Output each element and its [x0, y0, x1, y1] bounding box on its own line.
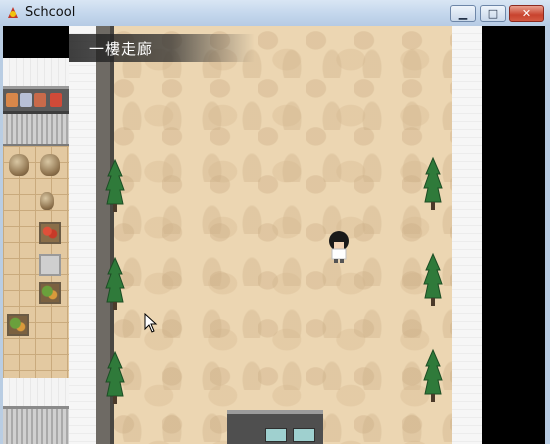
food-shelf[interactable] [3, 86, 69, 114]
vase-icon[interactable] [40, 192, 54, 210]
hallway-floor[interactable] [114, 26, 452, 444]
window-frame-right [545, 26, 550, 444]
minimize-button[interactable]: ▁ [450, 5, 476, 22]
game-viewport[interactable]: 一樓走廊 [3, 26, 545, 444]
potted-plant-icon[interactable] [104, 256, 126, 312]
meat-item [50, 93, 62, 107]
display-counter[interactable] [227, 410, 323, 444]
potted-plant-icon[interactable] [422, 156, 444, 212]
location-banner: 一樓走廊 [69, 34, 255, 62]
fish-item [20, 93, 32, 107]
close-button[interactable]: ✕ [509, 5, 544, 22]
bread-item [6, 93, 18, 107]
potted-plant-icon[interactable] [422, 348, 444, 404]
room-wall [3, 378, 69, 406]
window-titlebar[interactable]: Schcool ▁ □ ✕ [0, 0, 550, 27]
room-wall [3, 58, 69, 86]
hall-wall-right [452, 26, 482, 444]
vegetable-crate[interactable] [39, 282, 61, 304]
void-area [3, 26, 69, 58]
location-name: 一樓走廊 [89, 40, 154, 58]
counter-glass [265, 428, 287, 442]
void-area [482, 26, 545, 444]
player-character[interactable] [327, 230, 351, 264]
stone-block[interactable] [39, 254, 61, 276]
mouse-cursor-icon [144, 313, 158, 333]
shop-counter[interactable] [3, 114, 69, 146]
hall-wall-left [69, 26, 96, 444]
potted-plant-icon[interactable] [104, 350, 126, 406]
window-title: Schcool [25, 5, 76, 20]
meat-item [34, 93, 46, 107]
pot-icon[interactable] [40, 154, 60, 176]
counter-glass [293, 428, 315, 442]
vegetable-crate[interactable] [7, 314, 29, 336]
maximize-button[interactable]: □ [480, 5, 506, 22]
tomato-crate[interactable] [39, 222, 61, 244]
room-shelf [3, 406, 69, 444]
potted-plant-icon[interactable] [422, 252, 444, 308]
pot-icon[interactable] [9, 154, 29, 176]
app-icon [8, 7, 18, 18]
potted-plant-icon[interactable] [104, 158, 126, 214]
